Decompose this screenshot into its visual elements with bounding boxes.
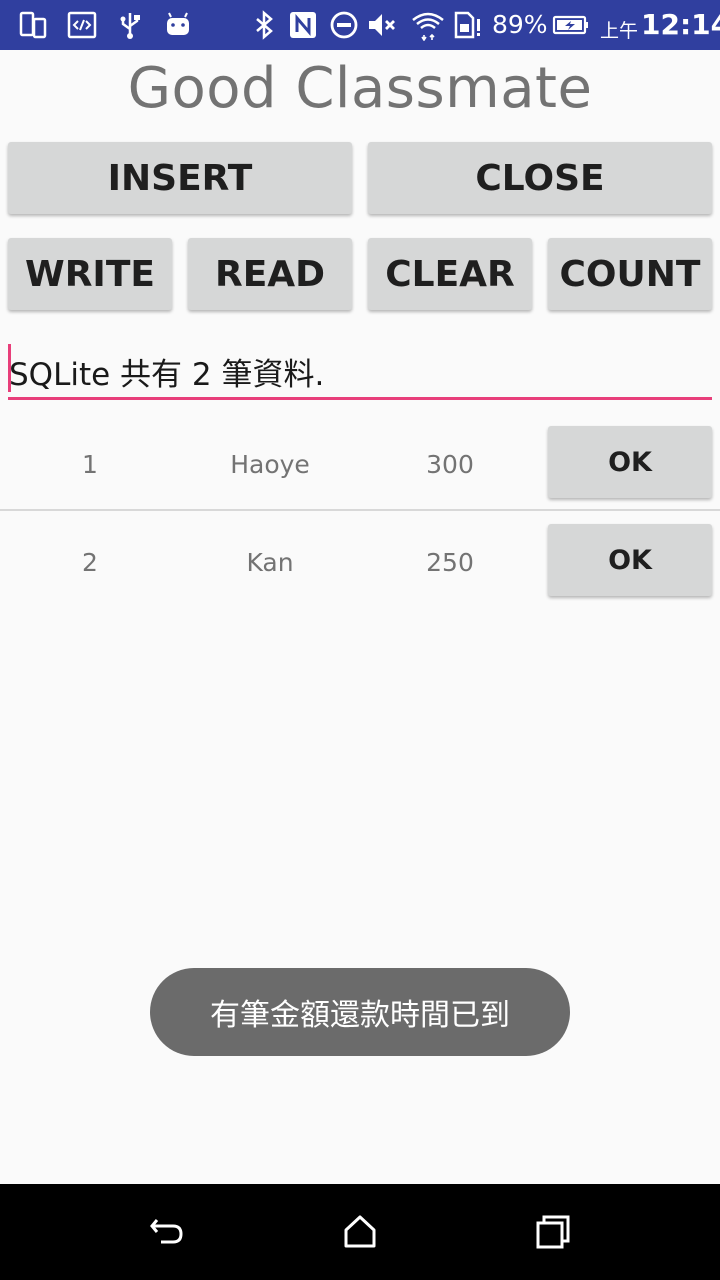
record-amount: 250 bbox=[426, 547, 474, 577]
row-divider bbox=[0, 509, 720, 511]
result-text-field[interactable]: SQLite 共有 2 筆資料. bbox=[8, 342, 712, 400]
usb-icon bbox=[120, 13, 140, 39]
navigation-bar bbox=[0, 1184, 720, 1280]
count-button[interactable]: COUNT bbox=[548, 238, 712, 310]
battery-percent: 89% bbox=[492, 10, 548, 39]
app-title: Good Classmate bbox=[127, 56, 593, 121]
status-bar: 89% 上午 12:14 bbox=[0, 0, 720, 50]
wifi-icon bbox=[412, 12, 444, 41]
record-name: Haoye bbox=[230, 449, 310, 479]
battery-charging-icon bbox=[552, 15, 588, 35]
app-screen: 89% 上午 12:14 Good Classmate INSERT CLOSE… bbox=[0, 0, 720, 1280]
do-not-disturb-icon bbox=[330, 11, 358, 39]
home-icon[interactable] bbox=[340, 1212, 380, 1252]
record-id: 2 bbox=[82, 547, 98, 577]
clock-ampm: 上午 bbox=[600, 20, 639, 42]
write-button[interactable]: WRITE bbox=[8, 238, 172, 310]
recents-icon[interactable] bbox=[533, 1212, 573, 1252]
toast-message: 有筆金額還款時間已到 bbox=[150, 968, 570, 1056]
read-button[interactable]: READ bbox=[188, 238, 352, 310]
list-item: 2 Kan 250 OK bbox=[0, 523, 720, 621]
ok-button[interactable]: OK bbox=[548, 426, 712, 498]
close-button[interactable]: CLOSE bbox=[368, 142, 712, 214]
clear-button[interactable]: CLEAR bbox=[368, 238, 532, 310]
record-amount: 300 bbox=[426, 449, 474, 479]
insert-button[interactable]: INSERT bbox=[8, 142, 352, 214]
clock-time: 12:14 bbox=[641, 8, 720, 41]
android-icon bbox=[167, 12, 189, 35]
record-name: Kan bbox=[246, 547, 294, 577]
nfc-icon bbox=[290, 12, 316, 38]
sim-alert-icon bbox=[454, 11, 480, 39]
result-text-value: SQLite 共有 2 筆資料. bbox=[9, 357, 325, 393]
mute-icon bbox=[369, 14, 395, 36]
back-icon[interactable] bbox=[147, 1212, 187, 1252]
record-id: 1 bbox=[82, 449, 98, 479]
ok-button[interactable]: OK bbox=[548, 524, 712, 596]
bluetooth-icon bbox=[256, 10, 273, 40]
code-icon bbox=[67, 11, 97, 39]
device-icon bbox=[19, 11, 47, 39]
